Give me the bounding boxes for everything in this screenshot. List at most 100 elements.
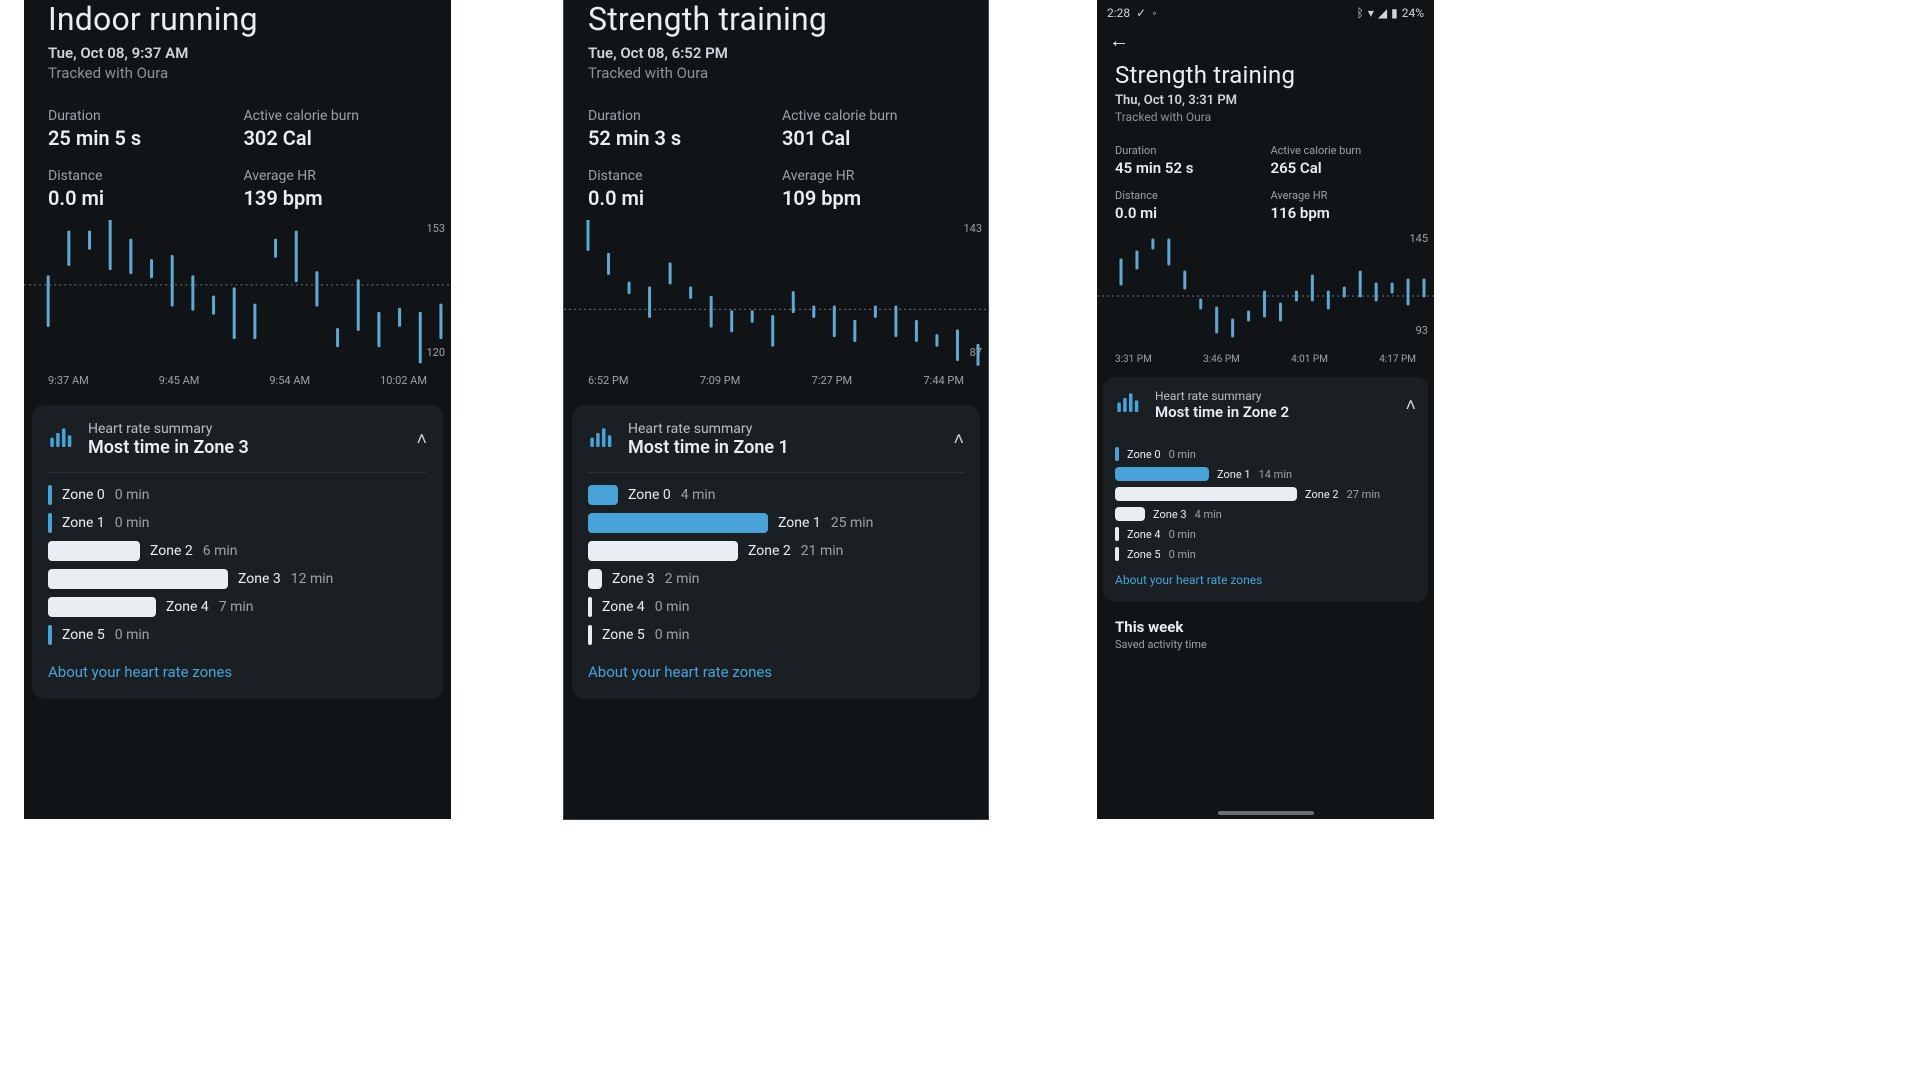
zone-bar: [48, 513, 52, 533]
zone-bar: [588, 569, 602, 589]
zone-row-2: Zone 2 27 min: [1115, 487, 1416, 501]
zone-row-3: Zone 3 2 min: [588, 569, 964, 589]
chart-xtick-1: 9:45 AM: [159, 374, 200, 387]
zone-bar: [48, 541, 140, 561]
chart-xtick-3: 7:44 PM: [923, 374, 963, 387]
hr-chart[interactable]: 153 120 9:37 AM9:45 AM9:54 AM10:02 AM: [24, 216, 451, 387]
hr-summary-card: Heart rate summary Most time in Zone 2 ˄…: [1103, 377, 1428, 602]
zone-label: Zone 5: [62, 627, 105, 643]
zone-label: Zone 2: [150, 543, 193, 559]
zone-time: 21 min: [801, 543, 844, 559]
zone-time: 0 min: [655, 627, 690, 643]
zone-time: 25 min: [831, 515, 874, 531]
chart-xtick-1: 3:46 PM: [1203, 354, 1240, 365]
zone-label: Zone 1: [62, 515, 105, 531]
activity-datetime: Tue, Oct 08, 6:52 PM: [588, 44, 964, 62]
zone-time: 0 min: [655, 599, 690, 615]
bars-icon: [48, 426, 76, 454]
zone-bar: [588, 485, 618, 505]
this-week-title: This week: [1115, 618, 1416, 636]
tracked-with: Tracked with Oura: [48, 64, 427, 82]
hr-summary-header[interactable]: Heart rate summary Most time in Zone 1 ˄: [588, 421, 964, 473]
zone-label: Zone 4: [166, 599, 209, 615]
zone-row-2: Zone 2 6 min: [48, 541, 427, 561]
chart-xtick-3: 10:02 AM: [380, 374, 427, 387]
zone-time: 4 min: [1195, 508, 1222, 521]
hr-chart[interactable]: 143 87 6:52 PM 7:09 PM 7:27 PM 7:44 PM: [564, 216, 988, 387]
zone-time: 7 min: [219, 599, 254, 615]
wifi-icon: ▾: [1368, 6, 1374, 20]
hr-summary-header[interactable]: Heart rate summary Most time in Zone 2 ˄: [1115, 389, 1416, 435]
zone-time: 0 min: [1169, 448, 1196, 461]
about-hr-zones-link[interactable]: About your heart rate zones: [48, 663, 232, 681]
zone-label: Zone 4: [1127, 528, 1161, 541]
hr-chart[interactable]: 145 93 3:31 PM3:46 PM4:01 PM4:17 PM: [1097, 226, 1434, 365]
zone-row-5: Zone 5 0 min: [1115, 547, 1416, 561]
zone-time: 4 min: [681, 487, 716, 503]
hr-summary-card: Heart rate summary Most time in Zone 3 ˄…: [32, 405, 443, 699]
stat-avg-hr: Average HR139 bpm: [244, 168, 428, 210]
chart-xtick-0: 9:37 AM: [48, 374, 89, 387]
zone-time: 0 min: [115, 487, 150, 503]
zone-bar: [1115, 527, 1119, 541]
chart-xtick-2: 4:01 PM: [1291, 354, 1328, 365]
hr-summary-title: Heart rate summary: [88, 421, 249, 437]
chart-xtick-2: 7:27 PM: [812, 374, 852, 387]
zone-bar: [1115, 507, 1145, 521]
tracked-with: Tracked with Oura: [1115, 110, 1416, 124]
zone-label: Zone 1: [778, 515, 821, 531]
hr-summary-header[interactable]: Heart rate summary Most time in Zone 3 ˄: [48, 421, 427, 473]
activity-datetime: Thu, Oct 10, 3:31 PM: [1115, 93, 1416, 108]
zone-time: 2 min: [665, 571, 700, 587]
stat-calories: Active calorie burn302 Cal: [244, 108, 428, 150]
chevron-up-icon: ˄: [953, 429, 964, 450]
zone-time: 0 min: [1169, 548, 1196, 561]
zone-row-3: Zone 3 12 min: [48, 569, 427, 589]
zone-row-4: Zone 4 0 min: [588, 597, 964, 617]
activity-screen-0: Indoor running Tue, Oct 08, 9:37 AM Trac…: [24, 0, 451, 819]
back-button[interactable]: ←: [1109, 28, 1129, 53]
hr-summary-title: Heart rate summary: [628, 421, 789, 437]
zone-row-5: Zone 5 0 min: [48, 625, 427, 645]
zone-bar: [1115, 547, 1119, 561]
stat-duration: Duration52 min 3 s: [588, 108, 770, 150]
zone-row-1: Zone 1 25 min: [588, 513, 964, 533]
activity-title: Indoor running: [48, 0, 427, 38]
zone-label: Zone 0: [62, 487, 105, 503]
zone-row-0: Zone 0 0 min: [48, 485, 427, 505]
activity-screen-1: Strength training Tue, Oct 08, 6:52 PM T…: [564, 0, 988, 819]
zone-bar: [1115, 487, 1297, 501]
zone-bar: [588, 541, 738, 561]
chart-ymin: 120: [426, 346, 445, 359]
gesture-bar: [1218, 811, 1314, 815]
chart-ymax: 143: [963, 222, 982, 235]
chart-xtick-2: 9:54 AM: [269, 374, 310, 387]
zone-bar: [48, 597, 156, 617]
zone-time: 14 min: [1259, 468, 1293, 481]
zone-label: Zone 3: [1153, 508, 1187, 521]
zone-bar: [48, 485, 52, 505]
chevron-up-icon: ˄: [1405, 395, 1416, 416]
zone-bar: [588, 625, 592, 645]
zone-bar: [48, 625, 52, 645]
zone-time: 0 min: [1169, 528, 1196, 541]
check-icon: ✓: [1136, 6, 1146, 20]
stat-avg-hr: Average HR116 bpm: [1271, 189, 1417, 222]
about-hr-zones-link[interactable]: About your heart rate zones: [588, 663, 772, 681]
stat-distance: Distance0.0 mi: [588, 168, 770, 210]
chart-xtick-0: 6:52 PM: [588, 374, 628, 387]
about-hr-zones-link[interactable]: About your heart rate zones: [1115, 573, 1262, 587]
stat-duration: Duration45 min 52 s: [1115, 144, 1261, 177]
stat-avg-hr: Average HR109 bpm: [782, 168, 964, 210]
this-week-subtitle: Saved activity time: [1115, 638, 1416, 651]
zone-bar: [1115, 447, 1119, 461]
chart-ymax: 145: [1409, 232, 1428, 245]
stat-calories: Active calorie burn301 Cal: [782, 108, 964, 150]
chart-ymin: 87: [970, 346, 982, 359]
chart-xtick-1: 7:09 PM: [700, 374, 740, 387]
stat-duration: Duration25 min 5 s: [48, 108, 232, 150]
zone-label: Zone 0: [628, 487, 671, 503]
zone-label: Zone 2: [748, 543, 791, 559]
zone-bar: [48, 569, 228, 589]
zone-label: Zone 0: [1127, 448, 1161, 461]
